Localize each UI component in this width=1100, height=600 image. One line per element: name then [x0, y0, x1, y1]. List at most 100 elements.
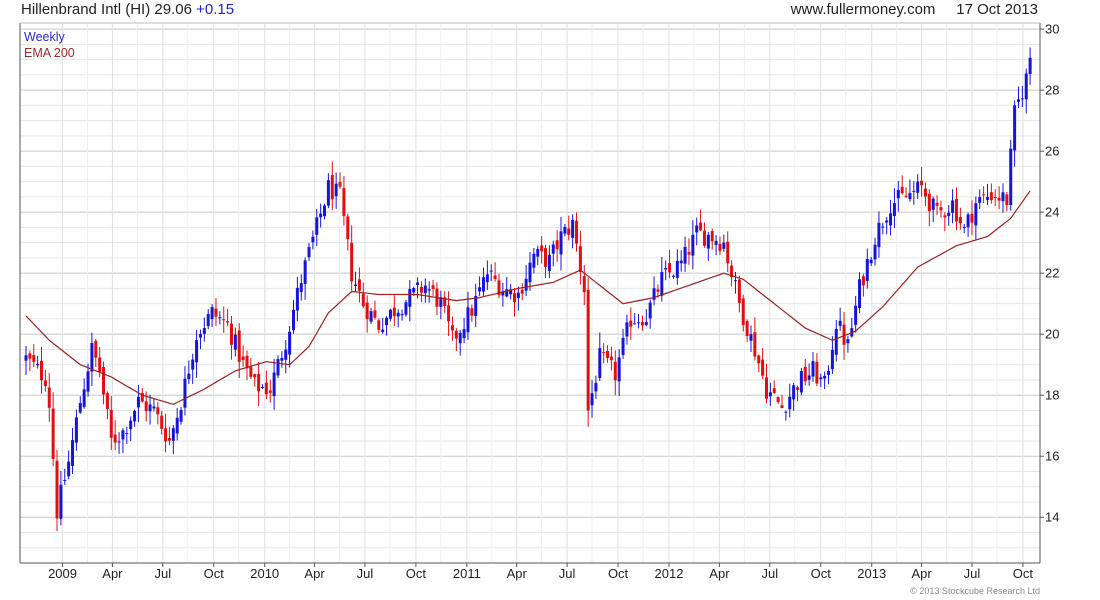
candle-up [295, 287, 299, 311]
candle-up [571, 219, 575, 238]
candle-up [637, 322, 641, 324]
candle-up [478, 287, 482, 292]
candle-up [671, 275, 675, 277]
x-tick-label: Oct [811, 566, 832, 581]
candle-up [830, 349, 834, 370]
candle-up [1020, 98, 1024, 100]
candle-up [385, 317, 389, 326]
candle-up [303, 260, 307, 284]
candle-down [102, 367, 106, 395]
candle-up [695, 225, 699, 233]
candle-up [369, 311, 373, 322]
candle-up [881, 226, 885, 228]
candle-up [82, 389, 86, 407]
candle-up [202, 328, 206, 334]
candle-up [547, 254, 551, 271]
candle-up [319, 213, 323, 218]
x-tick-label: Apr [911, 566, 932, 581]
x-tick-label: 2011 [453, 566, 481, 581]
candle-down [920, 180, 924, 186]
candle-up [125, 432, 129, 434]
y-tick-label: 22 [1045, 266, 1059, 281]
candle-up [889, 213, 893, 226]
candle-up [326, 180, 330, 206]
candle-up [505, 289, 509, 297]
candle-up [133, 410, 137, 422]
y-tick-label: 16 [1045, 449, 1059, 464]
candle-down [160, 415, 164, 429]
candle-up [299, 283, 303, 293]
candle-up [129, 420, 133, 430]
price-change: +0.15 [196, 1, 235, 18]
x-axis-tick-labels: 2009 Apr Jul Oct 2010 Apr Jul Oct 2011 Apr Jul Oct 2… [48, 563, 1033, 581]
candle-down [900, 186, 904, 194]
candle-up [869, 259, 873, 264]
x-tick-label: Jul [762, 566, 779, 581]
candle-down [958, 217, 962, 224]
candle-down [520, 289, 524, 294]
candle-down [237, 330, 241, 362]
candle-down [613, 361, 617, 381]
candle-up [683, 246, 687, 264]
x-tick-label: 2010 [250, 566, 279, 581]
candle-up [400, 313, 404, 316]
candle-down [55, 460, 59, 519]
x-tick-label: Jul [154, 566, 171, 581]
candle-down [164, 428, 168, 442]
candle-up [1016, 99, 1020, 102]
candle-down [28, 353, 32, 359]
candle-up [722, 242, 726, 249]
candle-up [675, 260, 679, 278]
candle-down [997, 197, 1001, 201]
candle-down [51, 408, 55, 459]
candle-down [226, 321, 230, 323]
candle-down [606, 350, 610, 359]
candle-up [594, 382, 598, 392]
candle-up [951, 200, 955, 213]
candle-down [923, 188, 927, 197]
candle-up [679, 260, 683, 264]
candle-up [749, 334, 753, 341]
y-tick-label: 26 [1045, 144, 1059, 159]
candle-down [264, 382, 268, 395]
candle-down [943, 215, 947, 218]
candle-down [982, 194, 986, 196]
candle-up [733, 280, 737, 282]
candle-down [815, 361, 819, 384]
candle-down [493, 275, 497, 280]
candle-up [931, 198, 935, 210]
candle-down [726, 241, 730, 264]
candle-up [323, 205, 327, 217]
candle-up [292, 309, 296, 331]
candle-up [819, 377, 823, 380]
x-tick-label: Apr [102, 566, 123, 581]
candle-up [218, 317, 222, 319]
candle-up [823, 375, 827, 379]
candle-up [811, 361, 815, 377]
candle-down [954, 198, 958, 222]
candle-down [582, 276, 586, 293]
candle-up [892, 203, 896, 217]
candle-down [470, 308, 474, 316]
candle-up [590, 393, 594, 406]
chart-axes [19, 22, 1041, 564]
candle-up [206, 314, 210, 327]
candle-up [412, 288, 416, 293]
candle-down [47, 387, 51, 408]
candle-up [396, 312, 400, 317]
candle-up [885, 220, 889, 223]
candle-down [365, 302, 369, 320]
x-tick-label: Oct [406, 566, 427, 581]
candle-down [737, 279, 741, 303]
symbol-price-text: Hillenbrand Intl (HI) 29.06 [21, 1, 192, 18]
candle-down [772, 388, 776, 394]
candle-down [586, 289, 590, 411]
candle-down [257, 373, 261, 392]
candle-down [776, 397, 780, 403]
candle-down [796, 387, 800, 391]
candle-down [602, 352, 606, 354]
candle-down [253, 374, 257, 378]
candle-up [288, 331, 292, 355]
candle-up [706, 234, 710, 249]
source-link[interactable]: www.fullermoney.com [791, 1, 936, 18]
